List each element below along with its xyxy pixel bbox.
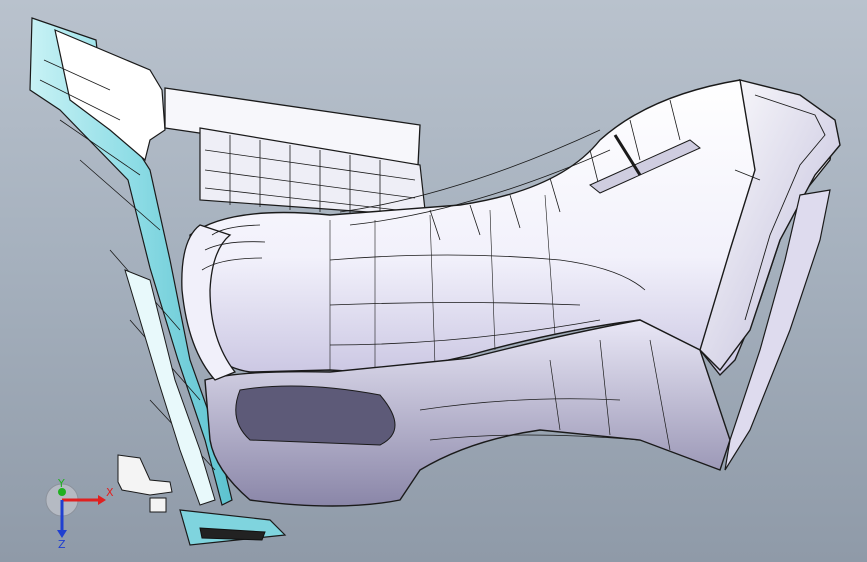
x-axis-arrowhead [98, 495, 106, 505]
cad-3d-viewport[interactable]: X Y Z [0, 0, 867, 562]
hvac-duct-3d-model[interactable] [0, 0, 867, 562]
filter-housing-box [164, 87, 426, 216]
y-axis-label: Y [57, 478, 65, 490]
z-axis-arrowhead [57, 530, 67, 538]
x-axis-label: X [106, 486, 114, 499]
z-axis-label: Z [58, 538, 66, 548]
coordinate-triad: X Y Z [45, 478, 114, 548]
